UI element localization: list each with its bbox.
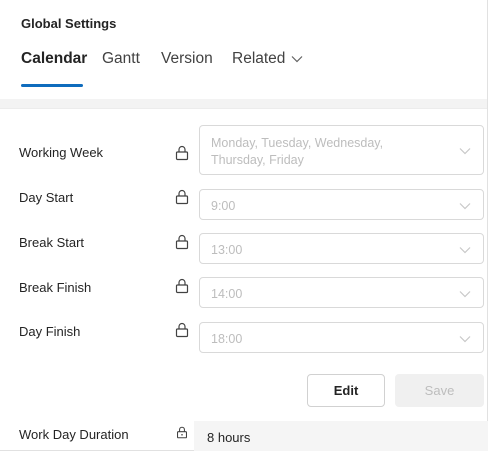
edit-button[interactable]: Edit <box>307 374 385 407</box>
working-week-select[interactable]: Monday, Tuesday, Wednesday, Thursday, Fr… <box>199 125 484 175</box>
day-finish-select[interactable]: 18:00 <box>199 322 484 353</box>
section-divider <box>0 99 487 109</box>
day-finish-value: 18:00 <box>211 332 243 346</box>
day-start-value: 9:00 <box>211 199 236 213</box>
break-finish-select[interactable]: 14:00 <box>199 277 484 308</box>
lock-icon <box>175 145 189 161</box>
chevron-down-icon <box>459 148 471 155</box>
lock-icon <box>175 234 189 250</box>
lock-icon <box>175 322 189 338</box>
chevron-down-icon <box>459 291 471 298</box>
working-week-label: Working Week <box>19 145 104 160</box>
save-button[interactable]: Save <box>395 374 484 407</box>
tab-related-label: Related <box>232 50 286 67</box>
working-week-value: Monday, Tuesday, Wednesday, Thursday, Fr… <box>211 135 383 169</box>
active-tab-indicator <box>21 84 83 87</box>
break-finish-value: 14:00 <box>211 287 243 301</box>
work-day-duration-value: 8 hours <box>207 430 251 445</box>
break-finish-label: Break Finish <box>19 280 92 295</box>
tab-gantt[interactable]: Gantt <box>102 50 140 68</box>
chevron-down-icon <box>459 247 471 254</box>
chevron-down-icon <box>459 203 471 210</box>
lock-icon <box>175 189 189 205</box>
tab-related[interactable]: Related <box>232 50 303 68</box>
break-start-label: Break Start <box>19 235 85 250</box>
work-day-duration-label: Work Day Duration <box>19 427 129 442</box>
day-start-label: Day Start <box>19 190 74 205</box>
day-start-select[interactable]: 9:00 <box>199 189 484 220</box>
lock-icon <box>175 278 189 294</box>
break-start-value: 13:00 <box>211 243 243 257</box>
chevron-down-icon <box>292 55 303 63</box>
chevron-down-icon <box>459 336 471 343</box>
working-week-value-line1: Monday, Tuesday, Wednesday, <box>211 136 384 150</box>
day-finish-label: Day Finish <box>19 324 81 339</box>
tab-version[interactable]: Version <box>161 50 213 68</box>
break-start-select[interactable]: 13:00 <box>199 233 484 264</box>
lock-icon <box>177 426 187 439</box>
tab-calendar[interactable]: Calendar <box>21 50 87 68</box>
working-week-value-line2: Thursday, Friday <box>211 153 304 167</box>
page-title: Global Settings <box>21 16 117 31</box>
